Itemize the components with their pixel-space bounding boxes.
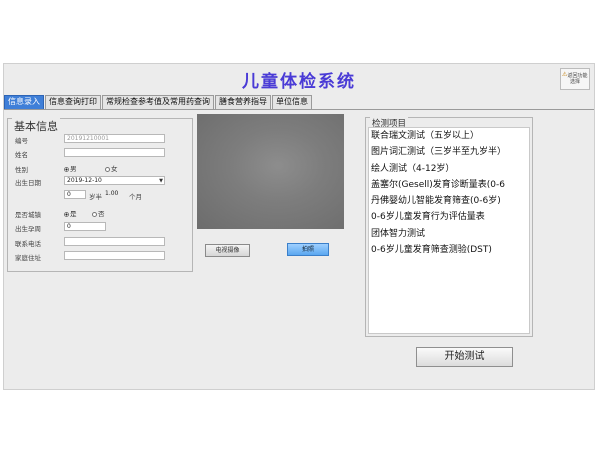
name-field[interactable] [64, 148, 165, 157]
dob-select[interactable]: 2019-12-10 ▼ [64, 176, 165, 185]
tab-bar: 信息录入 信息查询打印 常规检查参考值及常用药查询 膳食营养指导 单位信息 [4, 95, 364, 109]
list-item[interactable]: 0-6岁儿童发育行为评估量表 [369, 209, 529, 225]
basic-info-group: 基本信息 编号 20191210001 姓名 性别 男 女 出生日期 2019-… [7, 118, 193, 272]
dob-label: 出生日期 [15, 179, 41, 187]
gestation-field[interactable]: 0 [64, 222, 106, 231]
tab-info-entry[interactable]: 信息录入 [4, 95, 44, 109]
gestation-label: 出生孕周 [15, 225, 41, 233]
gender-female-label: 女 [111, 165, 118, 173]
radio-unselected-icon [92, 211, 97, 217]
age-years-field[interactable]: 0 [64, 190, 86, 199]
age-months-unit: 个月 [129, 193, 142, 201]
open-camera-button[interactable]: 电视摄像 [205, 244, 250, 257]
app-window: 儿童体检系统 ⚠ 返回功能 选择 信息录入 信息查询打印 常规检查参考值及常用药… [3, 63, 595, 390]
title-bar: 儿童体检系统 ⚠ 返回功能 选择 [4, 64, 594, 94]
name-label: 姓名 [15, 151, 28, 159]
test-items-list[interactable]: 联合瑞文测试（五岁以上） 图片词汇测试（三岁半至九岁半） 绘人测试（4-12岁）… [368, 127, 530, 334]
start-test-button[interactable]: 开始测试 [416, 347, 513, 367]
premature-label: 是否城镇 [15, 211, 41, 219]
list-item[interactable]: 0-6岁儿童发育筛查测验(DST) [369, 242, 529, 258]
app-title: 儿童体检系统 [242, 72, 356, 92]
gender-male-label: 男 [70, 165, 77, 173]
phone-field[interactable] [64, 237, 165, 246]
tab-info-query-print[interactable]: 信息查询打印 [45, 95, 101, 109]
list-item[interactable]: 盖塞尔(Gesell)发育诊断量表(0-6 [369, 177, 529, 193]
return-menu-button[interactable]: ⚠ 返回功能 选择 [560, 68, 590, 90]
tab-reference-values[interactable]: 常规检查参考值及常用药查询 [102, 95, 214, 109]
test-items-group: 检测项目 联合瑞文测试（五岁以上） 图片词汇测试（三岁半至九岁半） 绘人测试（4… [365, 117, 533, 337]
camera-preview [197, 114, 344, 229]
radio-selected-icon [64, 211, 69, 217]
address-field[interactable] [64, 251, 165, 260]
list-item[interactable]: 丹佛婴幼儿智能发育筛查(0-6岁) [369, 193, 529, 209]
id-label: 编号 [15, 137, 28, 145]
list-item[interactable]: 绘人测试（4-12岁） [369, 161, 529, 177]
tab-diet-guidance[interactable]: 膳食营养指导 [215, 95, 271, 109]
age-years-unit: 岁半 [89, 193, 102, 201]
tab-divider [4, 109, 594, 110]
tab-unit-info[interactable]: 单位信息 [272, 95, 312, 109]
id-field[interactable]: 20191210001 [64, 134, 165, 143]
capture-photo-button[interactable]: 拍照 [287, 243, 329, 256]
premature-no-radio[interactable]: 否 [92, 208, 105, 218]
gender-label: 性别 [15, 166, 28, 174]
list-item[interactable]: 图片词汇测试（三岁半至九岁半） [369, 144, 529, 160]
premature-no-label: 否 [98, 210, 105, 218]
chevron-down-icon: ▼ [159, 178, 163, 184]
gender-male-radio[interactable]: 男 [64, 163, 77, 173]
address-label: 家庭住址 [15, 254, 41, 262]
list-item[interactable]: 联合瑞文测试（五岁以上） [369, 128, 529, 144]
warning-icon: ⚠ [562, 71, 568, 78]
list-item[interactable]: 团体智力测试 [369, 226, 529, 242]
gender-female-radio[interactable]: 女 [105, 163, 118, 173]
premature-yes-radio[interactable]: 是 [64, 208, 77, 218]
phone-label: 联系电话 [15, 240, 41, 248]
age-months-field[interactable]: 1.00 [103, 190, 129, 199]
premature-yes-label: 是 [70, 210, 77, 218]
radio-unselected-icon [105, 166, 110, 172]
return-menu-line2: 选择 [569, 79, 580, 85]
basic-info-legend: 基本信息 [12, 118, 60, 134]
dob-value: 2019-12-10 [67, 177, 102, 184]
radio-selected-icon [64, 166, 69, 172]
